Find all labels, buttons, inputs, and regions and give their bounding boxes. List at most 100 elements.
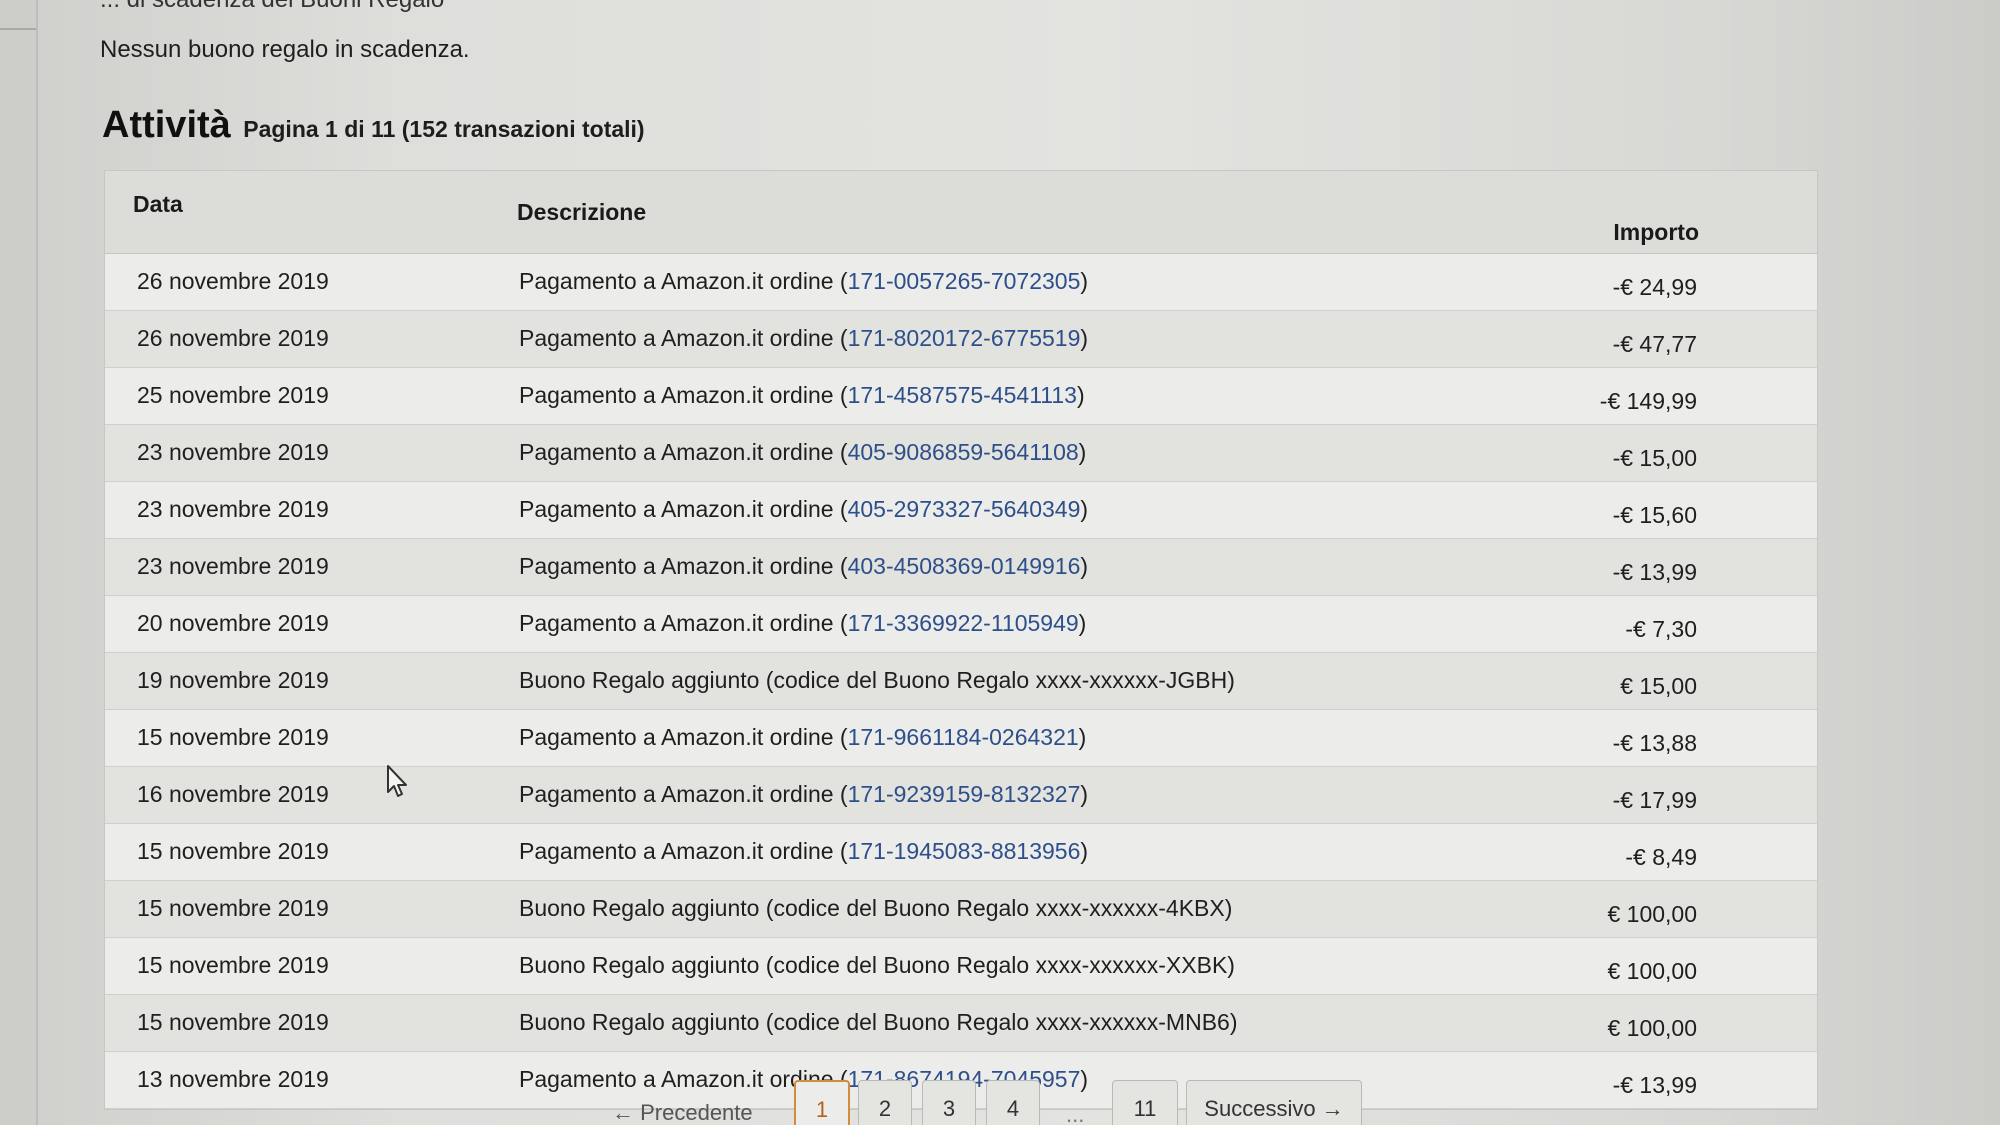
section-heading-cut: ... di scadenza dei Buoni Regalo: [100, 0, 444, 14]
row-date: 16 novembre 2019: [137, 781, 329, 807]
table-row: 20 novembre 2019 Pagamento a Amazon.it or…: [105, 596, 1817, 653]
header-date: Data: [133, 191, 183, 217]
description-text: Buono Regalo aggiunto (codice del Buono …: [519, 1009, 1238, 1035]
description-suffix: ): [1076, 382, 1085, 408]
table-row: 25 novembre 2019 Pagamento a Amazon.it or…: [105, 368, 1817, 425]
order-link[interactable]: 171-0057265-7072305: [848, 268, 1081, 294]
header-amount: Importo: [1613, 219, 1699, 245]
description-text: Pagamento a Amazon.it ordine (: [519, 610, 848, 636]
order-link[interactable]: 171-9661184-0264321: [848, 724, 1079, 750]
row-description: Pagamento a Amazon.it ordine (171-802017…: [519, 325, 1088, 352]
description-text: Buono Regalo aggiunto (codice del Buono …: [519, 895, 1233, 921]
table-row: 15 novembre 2019 Buono Regalo aggiunto (c…: [105, 995, 1817, 1052]
order-link[interactable]: 171-3369922-1105949: [848, 610, 1079, 636]
row-date: 15 novembre 2019: [137, 838, 329, 864]
row-date: 20 novembre 2019: [137, 610, 329, 636]
row-amount: -€ 24,99: [1612, 274, 1697, 300]
mouse-cursor-icon: [387, 765, 407, 797]
order-link[interactable]: 403-4508369-0149916: [848, 553, 1081, 579]
table-row: 16 novembre 2019 Pagamento a Amazon.it or…: [105, 767, 1817, 824]
row-amount: -€ 15,00: [1612, 445, 1697, 471]
description-suffix: ): [1078, 724, 1087, 750]
table-row: 23 novembre 2019 Pagamento a Amazon.it or…: [105, 482, 1817, 539]
row-amount: -€ 7,30: [1625, 616, 1697, 642]
description-suffix: ): [1080, 268, 1089, 294]
order-link[interactable]: 405-2973327-5640349: [848, 496, 1081, 522]
row-description: Buono Regalo aggiunto (codice del Buono …: [519, 1009, 1237, 1036]
description-text: Pagamento a Amazon.it ordine (: [519, 781, 848, 807]
row-amount: -€ 15,60: [1612, 502, 1697, 528]
order-link[interactable]: 171-8020172-6775519: [848, 325, 1081, 351]
prev-page-link[interactable]: ← Precedente: [612, 1100, 753, 1125]
row-date: 15 novembre 2019: [137, 1009, 329, 1035]
description-suffix: ): [1080, 553, 1089, 579]
row-amount: € 100,00: [1607, 958, 1697, 984]
row-amount: -€ 13,88: [1612, 730, 1697, 756]
row-date: 15 novembre 2019: [137, 895, 329, 921]
description-suffix: ): [1080, 325, 1089, 351]
table-row: 26 novembre 2019 Pagamento a Amazon.it or…: [105, 311, 1817, 368]
page-4-button[interactable]: 4: [986, 1080, 1040, 1125]
description-text: Pagamento a Amazon.it ordine (: [519, 325, 848, 351]
transactions-table: Data Descrizione Importo 26 novembre 201…: [104, 170, 1818, 1110]
no-expiry-message: Nessun buono regalo in scadenza.: [100, 36, 470, 63]
row-description: Pagamento a Amazon.it ordine (171-966118…: [519, 724, 1086, 751]
description-text: Pagamento a Amazon.it ordine (: [519, 553, 848, 579]
row-date: 15 novembre 2019: [137, 724, 329, 750]
description-suffix: ): [1080, 496, 1089, 522]
page-1-button[interactable]: 1: [794, 1080, 850, 1125]
row-description: Pagamento a Amazon.it ordine (405-297332…: [519, 496, 1088, 523]
row-amount: -€ 17,99: [1612, 787, 1697, 813]
table-row: 15 novembre 2019 Pagamento a Amazon.it or…: [105, 824, 1817, 881]
table-row: 23 novembre 2019 Pagamento a Amazon.it or…: [105, 539, 1817, 596]
row-description: Pagamento a Amazon.it ordine (405-908685…: [519, 439, 1086, 466]
description-text: Pagamento a Amazon.it ordine (: [519, 439, 848, 465]
page-3-button[interactable]: 3: [922, 1080, 976, 1125]
table-row: 15 novembre 2019 Buono Regalo aggiunto (c…: [105, 938, 1817, 995]
order-link[interactable]: 171-4587575-4541113: [848, 382, 1077, 408]
left-rail: [0, 0, 38, 1125]
row-date: 23 novembre 2019: [137, 496, 329, 522]
order-link[interactable]: 405-9086859-5641108: [848, 439, 1079, 465]
table-row: 15 novembre 2019 Buono Regalo aggiunto (c…: [105, 881, 1817, 938]
row-date: 23 novembre 2019: [137, 439, 329, 465]
row-date: 19 novembre 2019: [137, 667, 329, 693]
row-description: Pagamento a Amazon.it ordine (403-450836…: [519, 553, 1088, 580]
rail-divider: [0, 28, 36, 30]
activity-title: Attività: [102, 104, 231, 146]
description-text: Buono Regalo aggiunto (codice del Buono …: [519, 667, 1235, 693]
table-row: 23 novembre 2019 Pagamento a Amazon.it or…: [105, 425, 1817, 482]
order-link[interactable]: 171-9239159-8132327: [848, 781, 1081, 807]
row-description: Buono Regalo aggiunto (codice del Buono …: [519, 895, 1232, 922]
row-description: Pagamento a Amazon.it ordine (171-005726…: [519, 268, 1088, 295]
header-description: Descrizione: [517, 199, 647, 225]
row-description: Pagamento a Amazon.it ordine (171-923915…: [519, 781, 1088, 808]
page-last-button[interactable]: 11: [1112, 1080, 1178, 1125]
next-page-button[interactable]: Successivo →: [1186, 1080, 1362, 1125]
description-suffix: ): [1078, 610, 1087, 636]
description-text: Pagamento a Amazon.it ordine (: [519, 724, 848, 750]
activity-heading: Attività Pagina 1 di 11 (152 transazioni…: [102, 104, 645, 147]
description-text: Pagamento a Amazon.it ordine (: [519, 382, 848, 408]
row-amount: € 100,00: [1607, 901, 1697, 927]
order-link[interactable]: 171-1945083-8813956: [848, 838, 1081, 864]
row-amount: -€ 13,99: [1612, 559, 1697, 585]
row-amount: -€ 8,49: [1625, 844, 1697, 870]
description-suffix: ): [1080, 838, 1089, 864]
table-row: 15 novembre 2019 Pagamento a Amazon.it or…: [105, 710, 1817, 767]
row-amount: -€ 47,77: [1612, 331, 1697, 357]
activity-subtitle: Pagina 1 di 11 (152 transazioni totali): [243, 116, 645, 142]
row-date: 26 novembre 2019: [137, 268, 329, 294]
row-description: Pagamento a Amazon.it ordine (171-458757…: [519, 382, 1085, 409]
row-date: 15 novembre 2019: [137, 952, 329, 978]
table-header: Data Descrizione Importo: [105, 171, 1817, 254]
row-amount: -€ 149,99: [1599, 388, 1697, 414]
page-2-button[interactable]: 2: [858, 1080, 912, 1125]
pagination-ellipsis: ...: [1066, 1102, 1085, 1125]
description-suffix: ): [1078, 439, 1087, 465]
table-row: 19 novembre 2019 Buono Regalo aggiunto (c…: [105, 653, 1817, 710]
row-description: Buono Regalo aggiunto (codice del Buono …: [519, 952, 1235, 979]
row-date: 26 novembre 2019: [137, 325, 329, 351]
description-text: Pagamento a Amazon.it ordine (: [519, 268, 848, 294]
row-description: Pagamento a Amazon.it ordine (171-336992…: [519, 610, 1086, 637]
